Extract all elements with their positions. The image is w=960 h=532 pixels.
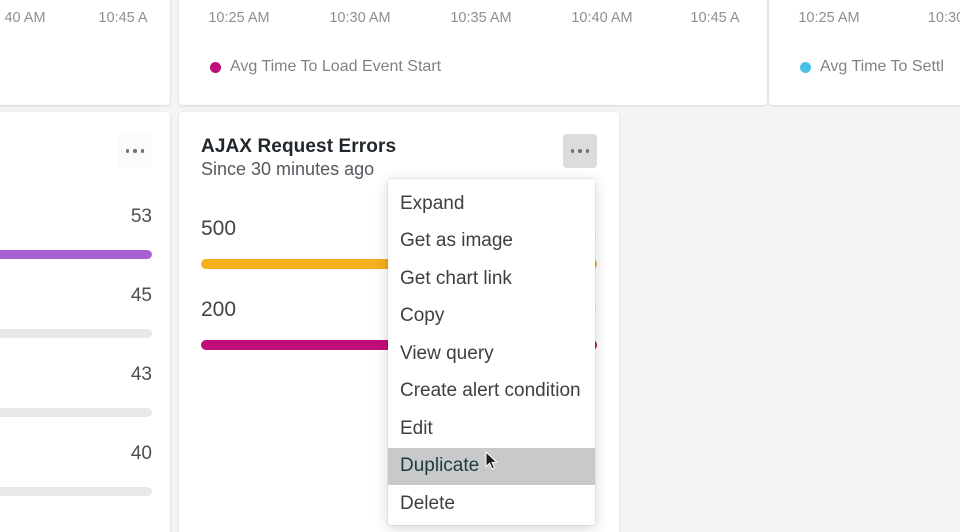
barlist-row-value: 40 [130,443,152,464]
legend-color-swatch [800,61,811,73]
facet-barlist-card[interactable]: 9f... 53 l a... 45 01... 4 [0,112,170,532]
barlist-row-header: 01... 43 [0,364,152,390]
axis-tick-label: 10:45 A [690,10,740,26]
barlist-row-value: 45 [130,285,152,306]
context-menu-item-get-chart-link[interactable]: Get chart link [388,260,595,298]
chart-legend-right[interactable]: Avg Time To Settl [800,58,944,76]
kebab-dot-icon [140,149,145,153]
barlist-row-header: 2a... 40 [0,443,152,469]
legend-label: Avg Time To Load Event Start [230,58,442,75]
chart-context-menu[interactable]: Expand Get as image Get chart link Copy … [388,179,595,525]
context-menu-item-get-as-image[interactable]: Get as image [388,223,595,261]
axis-tick-label: 10:35 AM [450,10,512,26]
axis-tick-label: 10:25 AM [208,10,270,26]
barlist-row-header: l a... 45 [0,285,152,311]
context-menu-item-create-alert-condition[interactable]: Create alert condition [388,373,595,411]
ajax-panel-subtitle: Since 30 minutes ago [201,159,375,179]
legend-color-swatch [210,61,221,73]
barlist-row[interactable]: 2a... 40 [0,443,152,522]
barlist-row-value: 43 [130,364,152,385]
kebab-dot-icon [570,149,575,153]
kebab-dot-icon [578,149,582,153]
context-menu-item-copy[interactable]: Copy [388,298,595,336]
axis-tick-label: 10:40 AM [571,10,633,26]
axis-tick-label: 40 AM [4,10,46,26]
ajax-panel-title: AJAX Request Errors [201,136,397,157]
context-menu-item-delete[interactable]: Delete [388,485,595,523]
facet-panel-options-button[interactable] [118,134,152,168]
dashboard-root: 40 AM 10:45 A 10:25 AM 10:30 AM 10:35 AM… [0,0,960,532]
chart-card-middle[interactable]: 10:25 AM 10:30 AM 10:35 AM 10:40 AM 10:4… [179,0,767,105]
ajax-panel-options-button[interactable] [563,134,597,168]
barlist-row-fill [0,250,152,259]
barlist-row-header: 9f... 53 [0,206,152,232]
kebab-dot-icon [133,149,137,153]
context-menu-item-duplicate[interactable]: Duplicate [388,447,595,485]
chart-card-left[interactable]: 40 AM 10:45 A [0,0,170,105]
context-menu-item-edit[interactable]: Edit [388,410,595,448]
chart-legend-middle[interactable]: Avg Time To Load Event Start [210,58,441,76]
axis-tick-label: 10:30 [927,10,960,26]
barlist-row-track [0,408,152,417]
kebab-dot-icon [125,149,130,153]
axis-tick-label: 10:25 AM [798,10,860,26]
barlist-row[interactable]: 9f... 53 [0,206,152,285]
context-menu-item-view-query[interactable]: View query [388,335,595,373]
context-menu-item-expand[interactable]: Expand [388,185,595,223]
legend-label: Avg Time To Settl [820,58,944,75]
barlist-row-value: 53 [130,206,152,227]
ajax-bar-label: 500 [201,217,237,240]
barlist-row[interactable]: l a... 45 [0,285,152,364]
chart-card-right[interactable]: 10:25 AM 10:30 Avg Time To Settl [769,0,960,105]
facet-barlist: 9f... 53 l a... 45 01... 4 [0,206,152,522]
barlist-row-track [0,487,152,496]
barlist-row[interactable]: 01... 43 [0,364,152,443]
barlist-row-track [0,329,152,338]
axis-tick-label: 10:45 A [98,10,148,26]
barlist-row-track [0,250,152,259]
ajax-bar-label: 200 [201,298,237,321]
kebab-dot-icon [585,149,590,153]
axis-tick-label: 10:30 AM [329,10,391,26]
